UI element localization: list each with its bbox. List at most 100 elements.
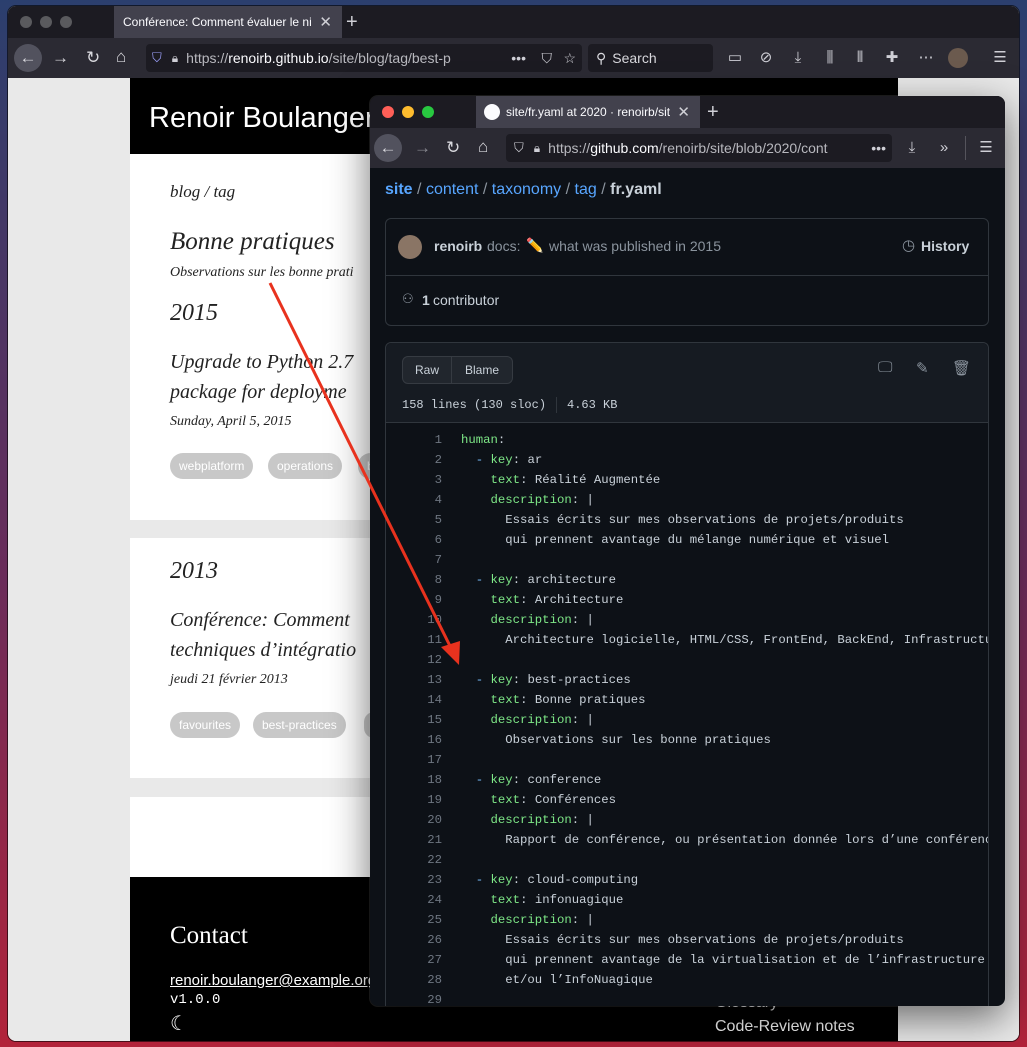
tab-close-icon[interactable]: ✕	[319, 13, 332, 31]
page-actions-icon[interactable]: •••	[867, 140, 886, 156]
library-icon[interactable]: ⫼	[820, 48, 840, 68]
bookmark-star-icon[interactable]: ☆	[563, 50, 576, 67]
minimize-window-button[interactable]	[40, 16, 52, 28]
line-number[interactable]: 26	[386, 930, 442, 950]
download-icon[interactable]: ⤓	[788, 48, 808, 68]
back-url-bar[interactable]: ⛉ 🔒︎ https://renoirb.github.io/site/blog…	[146, 44, 582, 72]
line-number[interactable]: 25	[386, 910, 442, 930]
line-number[interactable]: 24	[386, 890, 442, 910]
forward-arrow-icon[interactable]: →	[52, 49, 69, 66]
home-icon[interactable]: ⌂	[116, 48, 126, 65]
line-number[interactable]: 1	[386, 430, 442, 450]
download-icon[interactable]: ⤓	[902, 138, 922, 158]
back-arrow-icon[interactable]: ←	[14, 44, 42, 72]
post-title-line1[interactable]: Conférence: Comment	[170, 605, 350, 635]
line-number[interactable]: 13	[386, 670, 442, 690]
line-number[interactable]: 6	[386, 530, 442, 550]
line-number[interactable]: 3	[386, 470, 442, 490]
line-number[interactable]: 12	[386, 650, 442, 670]
line-number[interactable]: 11	[386, 630, 442, 650]
breadcrumb-taxonomy-link[interactable]: taxonomy	[492, 181, 561, 198]
post-title-line1[interactable]: Upgrade to Python 2.7	[170, 347, 353, 377]
line-number[interactable]: 14	[386, 690, 442, 710]
raw-button[interactable]: Raw	[402, 356, 452, 384]
line-number[interactable]: 10	[386, 610, 442, 630]
history-link[interactable]: History	[921, 238, 969, 254]
zoom-window-button[interactable]	[422, 106, 434, 118]
menu-icon[interactable]: ☰	[990, 48, 1010, 68]
line-number[interactable]: 16	[386, 730, 442, 750]
tab-github[interactable]: site/fr.yaml at 2020 · renoirb/sit ✕	[476, 96, 700, 128]
zoom-window-button[interactable]	[60, 16, 72, 28]
close-window-button[interactable]	[382, 106, 394, 118]
commit-message[interactable]: what was published in 2015	[549, 238, 721, 254]
desktop-icon[interactable]: 🖵︎	[878, 359, 892, 376]
tab-close-icon[interactable]: ✕	[673, 103, 690, 121]
line-number[interactable]: 28	[386, 970, 442, 990]
new-tab-icon[interactable]: +	[707, 101, 719, 124]
line-number[interactable]: 22	[386, 850, 442, 870]
footer-link-code-review[interactable]: Code-Review notes	[715, 1018, 855, 1036]
menu-icon[interactable]: ☰	[976, 138, 996, 158]
new-tab-icon[interactable]: +	[346, 11, 358, 34]
contributor-label[interactable]: contributor	[433, 292, 499, 308]
trash-icon[interactable]: 🗑︎	[952, 359, 971, 377]
extensions-icon[interactable]: ✚	[882, 48, 902, 68]
post-title-line2[interactable]: package for deployme	[170, 377, 347, 407]
blocker-icon[interactable]: ⊘	[756, 48, 776, 68]
line-number[interactable]: 20	[386, 810, 442, 830]
shield-icon: ⛉	[514, 140, 524, 155]
search-box[interactable]: ⚲ Search	[588, 44, 713, 72]
commit-author[interactable]: renoirb	[434, 238, 482, 254]
overflow-chevron-icon[interactable]: »	[934, 138, 954, 158]
pocket-icon[interactable]: ⛉	[542, 50, 553, 67]
line-number[interactable]: 4	[386, 490, 442, 510]
code-view: 1 human: 2 - key: ar 3 text: Réalité Augmen…	[386, 424, 988, 1006]
line-number[interactable]: 5	[386, 510, 442, 530]
breadcrumb[interactable]: blog / tag	[170, 182, 235, 202]
line-number[interactable]: 18	[386, 770, 442, 790]
line-number[interactable]: 29	[386, 990, 442, 1006]
close-window-button[interactable]	[20, 16, 32, 28]
line-number[interactable]: 15	[386, 710, 442, 730]
line-number[interactable]: 17	[386, 750, 442, 770]
line-number[interactable]: 19	[386, 790, 442, 810]
blog-brand[interactable]: Renoir Boulanger	[149, 102, 375, 135]
line-number[interactable]: 27	[386, 950, 442, 970]
line-number[interactable]: 7	[386, 550, 442, 570]
tag-pill[interactable]: operations	[268, 453, 343, 479]
account-avatar-icon[interactable]	[948, 48, 968, 68]
breadcrumb-repo-link[interactable]: site	[385, 181, 413, 198]
minimize-window-button[interactable]	[402, 106, 414, 118]
line-number[interactable]: 9	[386, 590, 442, 610]
line-number[interactable]: 21	[386, 830, 442, 850]
line-number[interactable]: 8	[386, 570, 442, 590]
tag-pill[interactable]: webplatform	[170, 453, 254, 479]
reader-view-icon[interactable]: ▭	[725, 48, 745, 68]
reload-icon[interactable]: ↻	[446, 139, 460, 156]
breadcrumb-tag-link[interactable]: tag	[575, 181, 597, 198]
sidebar-icon[interactable]: ⫴	[850, 48, 870, 68]
reload-icon[interactable]: ↻	[86, 49, 100, 66]
pencil-edit-icon[interactable]: ✎	[916, 359, 929, 377]
avatar[interactable]	[398, 235, 422, 259]
contact-email-link[interactable]: renoir.boulanger@example.org	[170, 972, 376, 989]
overflow-icon[interactable]: ⋯	[916, 48, 936, 68]
blame-button[interactable]: Blame	[451, 356, 513, 384]
line-number[interactable]: 23	[386, 870, 442, 890]
tag-pill[interactable]: best-practices	[253, 712, 346, 738]
contributor-count[interactable]: 1	[422, 292, 430, 308]
commit-prefix[interactable]: docs:	[487, 238, 520, 254]
forward-arrow-icon[interactable]: →	[414, 139, 431, 156]
front-url-bar[interactable]: ⛉ 🔒︎ https://github.com/renoirb/site/blo…	[506, 134, 892, 162]
moon-icon[interactable]: ☾	[170, 1011, 188, 1036]
breadcrumb-content-link[interactable]: content	[426, 181, 478, 198]
back-arrow-icon[interactable]: ←	[374, 134, 402, 162]
page-actions-icon[interactable]: •••	[511, 50, 526, 66]
home-icon[interactable]: ⌂	[478, 138, 488, 155]
line-number[interactable]: 2	[386, 450, 442, 470]
tag-pill[interactable]: favourites	[170, 712, 241, 738]
tab-blog[interactable]: Conférence: Comment évaluer le ni ✕	[114, 6, 342, 38]
post-title-line2[interactable]: techniques d’intégratio	[170, 635, 356, 665]
